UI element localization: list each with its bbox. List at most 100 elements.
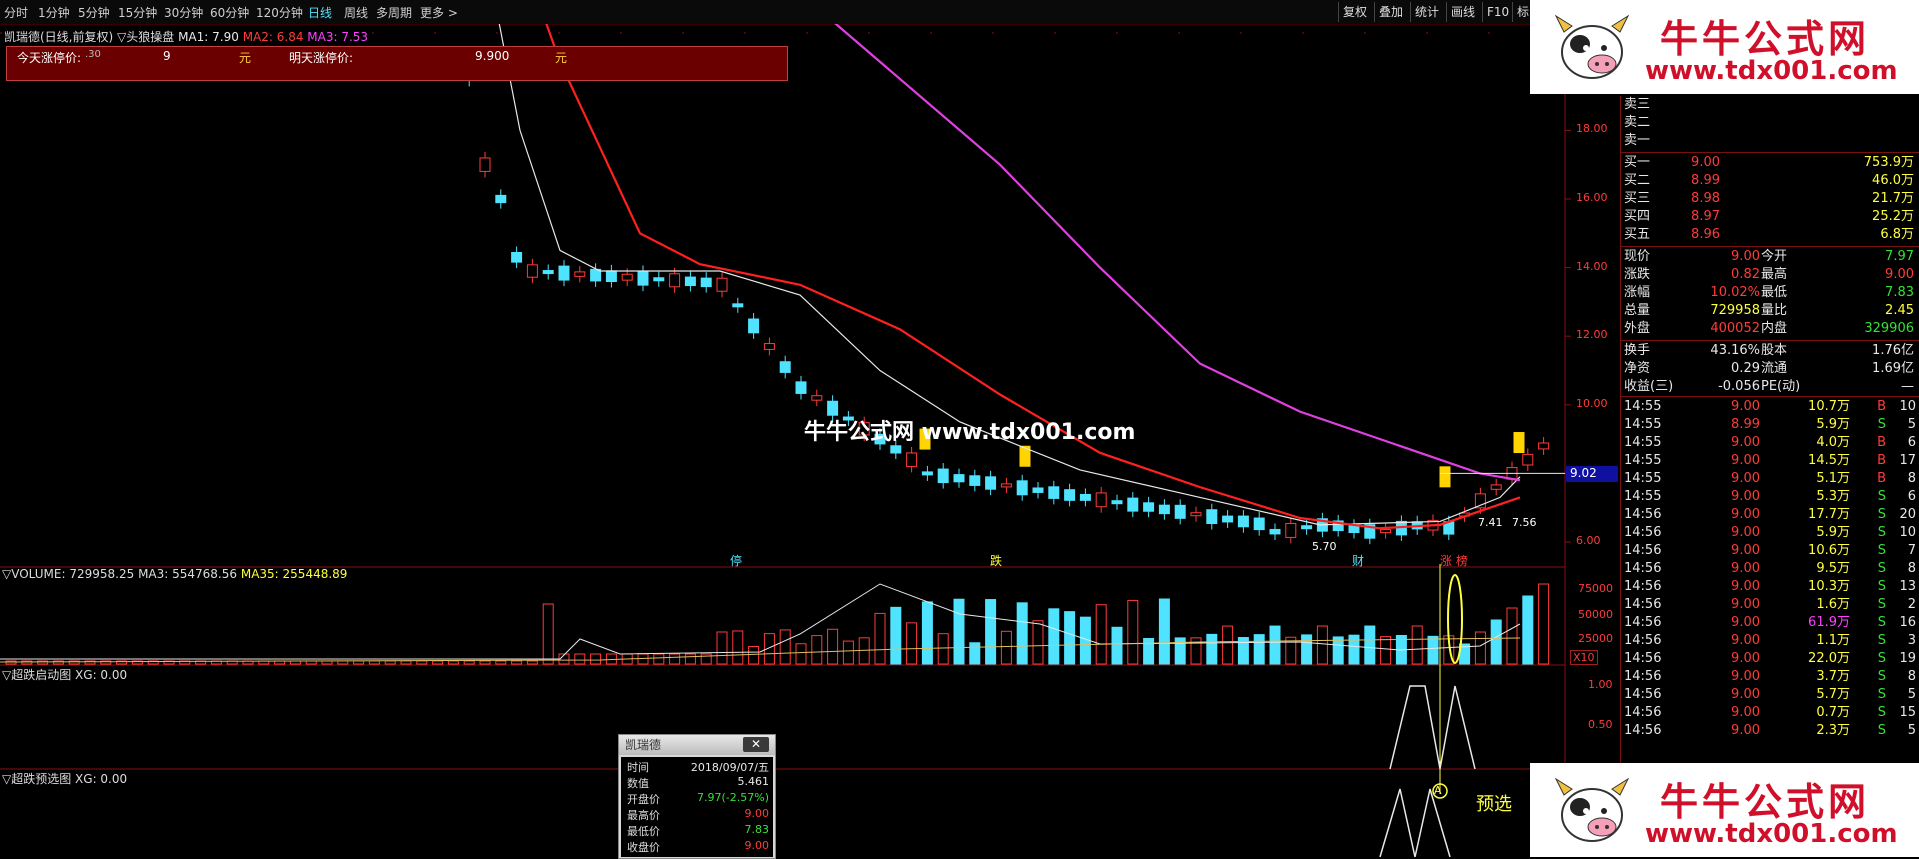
volume-bar: [969, 642, 981, 665]
tag-finance: 财: [1352, 554, 1365, 568]
tab-120min[interactable]: 120分钟: [256, 4, 303, 21]
volume-bar: [1158, 598, 1170, 665]
volume-bar: [874, 612, 886, 665]
stat-row: 现价 9.00 今开 7.97: [1621, 248, 1919, 266]
volume-bar: [890, 606, 902, 665]
tab-multi-period[interactable]: 多周期: [376, 4, 412, 21]
bid-row-cell: 8.99: [1691, 173, 1720, 188]
overlay-button[interactable]: 叠加: [1374, 2, 1407, 22]
tick-row-cell: 7: [1907, 543, 1916, 558]
volume-bar: [1127, 599, 1139, 665]
tick-row-cell: 3.7万: [1816, 669, 1850, 684]
stat-row-cell: 7.83: [1885, 285, 1914, 300]
tab-15min[interactable]: 15分钟: [118, 4, 157, 21]
volume-bar: [1427, 635, 1439, 665]
tick-row: 14:56 9.00 61.9万 S 16: [1621, 614, 1919, 632]
bid-row: 买一 9.00 753.9万: [1621, 154, 1919, 172]
tab-30min[interactable]: 30分钟: [164, 4, 203, 21]
candle-body: [748, 318, 760, 334]
preselect-tag: 预选: [1476, 794, 1512, 815]
tick-row: 14:56 9.00 10.3万 S 13: [1621, 578, 1919, 596]
ask-row-cell: 卖一: [1624, 133, 1651, 148]
tab-more[interactable]: 更多 >: [420, 4, 458, 21]
tick-row-cell: 3: [1907, 633, 1916, 648]
fund-row-cell: 0.29: [1731, 361, 1760, 376]
tick-row-cell: 1.6万: [1816, 597, 1850, 612]
candle-body: [1127, 497, 1139, 512]
tick-row-cell: 14:56: [1624, 723, 1662, 738]
tab-timeshare[interactable]: 分时: [4, 4, 28, 21]
tick-row-cell: 5.1万: [1816, 471, 1850, 486]
fund-row: 换手 43.16% 股本 1.76亿: [1621, 342, 1919, 360]
fund-row: 净资 0.29 流通 1.69亿: [1621, 360, 1919, 378]
tick-row: 14:56 9.00 17.7万 S 20: [1621, 506, 1919, 524]
volume-bar: [827, 628, 839, 665]
bid-row: 买三 8.98 21.7万: [1621, 190, 1919, 208]
candle-body: [779, 361, 791, 373]
ma1-line: [498, 24, 1521, 526]
volume-bar: [1032, 620, 1044, 665]
tick-row-cell: 9.00: [1731, 723, 1760, 738]
tick-row-cell: 5.7万: [1816, 687, 1850, 702]
restore-rights-button[interactable]: 复权: [1338, 2, 1371, 22]
volume-bar: [495, 660, 507, 665]
tick-row: 14:56 9.00 10.6万 S 7: [1621, 542, 1919, 560]
statistics-button[interactable]: 统计: [1410, 2, 1443, 22]
tab-5min[interactable]: 5分钟: [78, 4, 110, 21]
close-icon[interactable]: ✕: [743, 737, 769, 752]
draw-line-button[interactable]: 画线: [1446, 2, 1479, 22]
tick-row-cell: 0.7万: [1816, 705, 1850, 720]
tab-daily[interactable]: 日线: [308, 4, 332, 21]
candle-body: [795, 381, 807, 394]
popup-key: 收盘价: [627, 841, 660, 854]
candle-body: [953, 474, 965, 483]
tick-row-cell: 17: [1899, 453, 1916, 468]
volume-value: ▽VOLUME: 729958.25: [2, 567, 135, 581]
volume-ma35: MA35: 255448.89: [240, 567, 348, 581]
ask-row: 卖一: [1621, 132, 1919, 150]
logo-url: www.tdx001.com: [1645, 56, 1898, 86]
volume-bar: [447, 660, 459, 665]
volume-bar: [511, 660, 523, 665]
stat-row: 总量 729958 量比 2.45: [1621, 302, 1919, 320]
tick-row-cell: 6: [1907, 489, 1916, 504]
tick-row-cell: 9.00: [1731, 651, 1760, 666]
candle-body: [985, 476, 997, 490]
tab-1min[interactable]: 1分钟: [38, 4, 70, 21]
volume-bar: [1174, 637, 1186, 665]
price-tick: 14.00: [1576, 259, 1608, 273]
volume-bar: [937, 633, 949, 665]
volume-bar: [953, 598, 965, 665]
volume-bar: [479, 660, 491, 665]
ma3-line: [834, 24, 1521, 482]
volume-bar: [1316, 625, 1328, 665]
tick-row-cell: S: [1877, 723, 1886, 738]
candle-body: [684, 276, 696, 287]
volume-bar: [795, 643, 807, 665]
popup-key: 最低价: [627, 825, 660, 838]
tab-60min[interactable]: 60分钟: [210, 4, 249, 21]
indicator-name: ▽头狼操盘: [117, 30, 175, 44]
vol-axis-25000: 25000: [1578, 632, 1613, 645]
today-limit-label: 今天涨停价:: [17, 51, 82, 65]
annot-min: 5.70: [1312, 540, 1337, 553]
volume-bar: [384, 660, 396, 665]
candle-body: [1253, 517, 1265, 531]
volume-bar: [432, 660, 444, 665]
tick-row-cell: 9.00: [1731, 561, 1760, 576]
f10-button[interactable]: F10: [1482, 2, 1513, 22]
tick-row-cell: 6: [1907, 435, 1916, 450]
data-popup[interactable]: 凯瑞德 ✕ 时间 2018/09/07/五 数值 5.461 开盘价 7.97(-2.57…: [618, 734, 776, 859]
candle-body: [921, 471, 933, 476]
tab-weekly[interactable]: 周线: [344, 4, 368, 21]
tick-row: 14:56 9.00 2.3万 S 5: [1621, 722, 1919, 740]
candle-body: [1000, 483, 1012, 488]
volume-bar: [1222, 625, 1234, 665]
divider: [1621, 340, 1919, 341]
volume-bar: [1506, 607, 1518, 665]
tick-row-cell: S: [1877, 561, 1886, 576]
candle-body: [574, 271, 586, 277]
price-tick: 16.00: [1576, 191, 1608, 204]
bid-row-cell: 买三: [1624, 191, 1651, 206]
candle-body: [495, 194, 507, 204]
